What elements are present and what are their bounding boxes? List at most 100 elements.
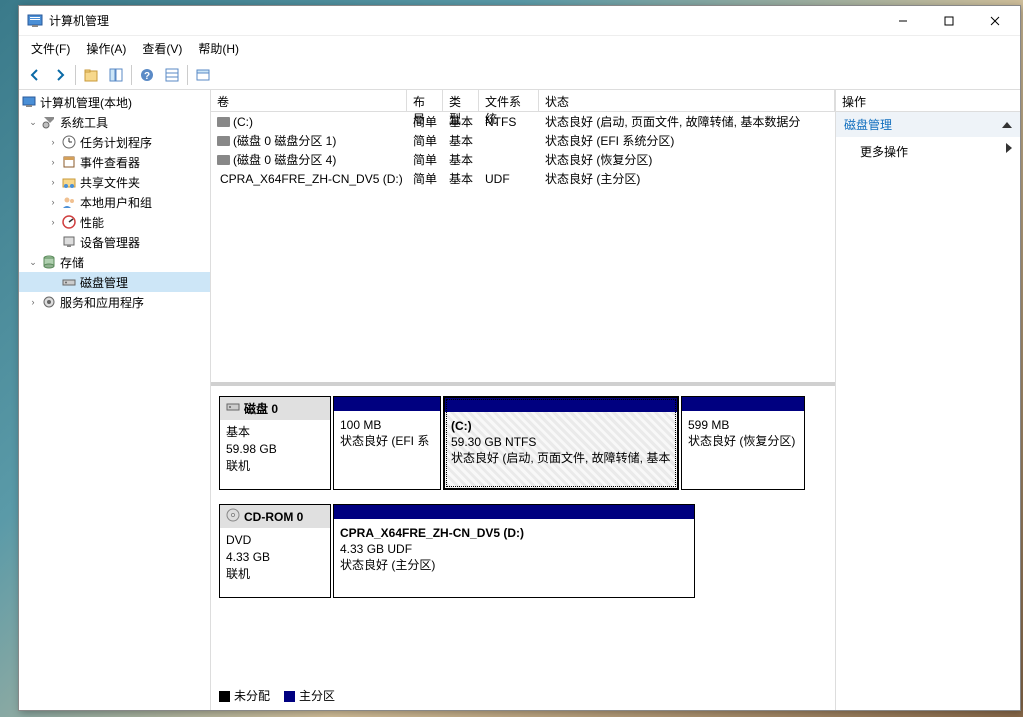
col-status[interactable]: 状态	[539, 90, 835, 111]
svg-text:?: ?	[144, 71, 150, 82]
partition-size: 4.33 GB UDF	[340, 541, 688, 557]
minimize-button[interactable]	[880, 6, 926, 36]
cell-status: 状态良好 (启动, 页面文件, 故障转储, 基本数据分	[539, 112, 835, 131]
partition-status: 状态良好 (主分区)	[340, 557, 688, 573]
cell-filesystem: NTFS	[479, 114, 539, 130]
col-volume[interactable]: 卷	[211, 90, 407, 111]
tree-label: 存储	[60, 254, 84, 271]
volume-row[interactable]: (磁盘 0 磁盘分区 1)简单基本状态良好 (EFI 系统分区)	[211, 131, 835, 150]
navigation-tree[interactable]: 计算机管理(本地) ⌄ 系统工具 › 任务计划程序 › 事件查看器 › 共享文件…	[19, 90, 211, 710]
menu-action[interactable]: 操作(A)	[80, 37, 132, 60]
disk-graphics: 磁盘 0基本59.98 GB联机100 MB状态良好 (EFI 系(C:)59.…	[211, 386, 835, 710]
primary-swatch-icon	[284, 691, 295, 702]
disk-header-label: CD-ROM 0	[244, 510, 303, 524]
disk-size: 4.33 GB	[226, 549, 324, 566]
partition[interactable]: (C:)59.30 GB NTFS状态良好 (启动, 页面文件, 故障转储, 基…	[443, 396, 679, 490]
partition-size: 100 MB	[340, 417, 434, 433]
partition[interactable]: CPRA_X64FRE_ZH-CN_DV5 (D:)4.33 GB UDF状态良…	[333, 504, 695, 598]
legend: 未分配 主分区	[219, 687, 335, 704]
actions-section-label: 磁盘管理	[844, 116, 892, 133]
disk-info[interactable]: CD-ROM 0DVD4.33 GB联机	[219, 504, 331, 598]
tree-shared-folders[interactable]: › 共享文件夹	[19, 172, 210, 192]
actions-more[interactable]: 更多操作	[836, 137, 1020, 166]
tree-label: 事件查看器	[80, 154, 140, 171]
disk-mgmt-icon	[61, 274, 77, 290]
cell-type: 基本	[443, 131, 479, 150]
app-icon	[27, 13, 43, 29]
tree-event-viewer[interactable]: › 事件查看器	[19, 152, 210, 172]
tree-label: 性能	[80, 214, 104, 231]
close-button[interactable]	[972, 6, 1018, 36]
maximize-button[interactable]	[926, 6, 972, 36]
tree-device-manager[interactable]: 设备管理器	[19, 232, 210, 252]
view-list-button[interactable]	[160, 63, 184, 87]
details-toggle-button[interactable]	[104, 63, 128, 87]
tree-label: 设备管理器	[80, 234, 140, 251]
back-button[interactable]	[23, 63, 47, 87]
partition-title: (C:)	[451, 418, 671, 434]
titlebar: 计算机管理	[19, 6, 1020, 36]
partition-title: CPRA_X64FRE_ZH-CN_DV5 (D:)	[340, 525, 688, 541]
legend-primary: 主分区	[284, 687, 335, 704]
cell-volume: (磁盘 0 磁盘分区 4)	[211, 150, 407, 169]
partition[interactable]: 100 MB状态良好 (EFI 系	[333, 396, 441, 490]
expand-icon[interactable]: ›	[45, 217, 61, 227]
cell-volume: CPRA_X64FRE_ZH-CN_DV5 (D:)	[211, 171, 407, 187]
tree-system-tools[interactable]: ⌄ 系统工具	[19, 112, 210, 132]
disk-status: 联机	[226, 566, 324, 583]
expand-icon[interactable]: ›	[45, 137, 61, 147]
volume-row[interactable]: (磁盘 0 磁盘分区 4)简单基本状态良好 (恢复分区)	[211, 150, 835, 169]
collapse-icon[interactable]: ⌄	[25, 257, 41, 268]
disk-info-header: CD-ROM 0	[220, 505, 330, 528]
event-icon	[61, 154, 77, 170]
help-button[interactable]: ?	[135, 63, 159, 87]
users-icon	[61, 194, 77, 210]
partition-status: 状态良好 (EFI 系	[340, 433, 434, 449]
wrench-icon	[41, 114, 57, 130]
expand-icon[interactable]: ›	[45, 177, 61, 187]
tree-disk-management[interactable]: 磁盘管理	[19, 272, 210, 292]
disk-info-body: 基本59.98 GB联机	[220, 420, 330, 478]
tree-local-users[interactable]: › 本地用户和组	[19, 192, 210, 212]
cell-status: 状态良好 (EFI 系统分区)	[539, 131, 835, 150]
tree-task-scheduler[interactable]: › 任务计划程序	[19, 132, 210, 152]
tree-performance[interactable]: › 性能	[19, 212, 210, 232]
menu-file[interactable]: 文件(F)	[25, 37, 76, 60]
volume-row[interactable]: CPRA_X64FRE_ZH-CN_DV5 (D:)简单基本UDF状态良好 (主…	[211, 169, 835, 188]
partition-status: 状态良好 (启动, 页面文件, 故障转储, 基本	[451, 450, 671, 466]
disk-size: 59.98 GB	[226, 441, 324, 458]
view-options-button[interactable]	[191, 63, 215, 87]
submenu-icon	[1006, 143, 1012, 153]
expand-icon[interactable]: ›	[45, 197, 61, 207]
partitions: 100 MB状态良好 (EFI 系(C:)59.30 GB NTFS状态良好 (…	[333, 396, 827, 490]
tree-root[interactable]: 计算机管理(本地)	[19, 92, 210, 112]
forward-button[interactable]	[48, 63, 72, 87]
content-area: 计算机管理(本地) ⌄ 系统工具 › 任务计划程序 › 事件查看器 › 共享文件…	[19, 90, 1020, 710]
up-button[interactable]	[79, 63, 103, 87]
actions-section[interactable]: 磁盘管理	[836, 112, 1020, 137]
cell-layout: 简单	[407, 112, 443, 131]
unallocated-swatch-icon	[219, 691, 230, 702]
tree-label: 服务和应用程序	[60, 294, 144, 311]
toolbar-separator	[75, 65, 76, 85]
disk-info[interactable]: 磁盘 0基本59.98 GB联机	[219, 396, 331, 490]
expand-icon[interactable]: ›	[45, 157, 61, 167]
partition-stripe	[682, 397, 804, 411]
volume-row[interactable]: (C:)简单基本NTFS状态良好 (启动, 页面文件, 故障转储, 基本数据分	[211, 112, 835, 131]
tree-storage[interactable]: ⌄ 存储	[19, 252, 210, 272]
disk-status: 联机	[226, 458, 324, 475]
col-type[interactable]: 类型	[443, 90, 479, 111]
collapse-icon[interactable]: ⌄	[25, 117, 41, 128]
expand-icon[interactable]: ›	[25, 297, 41, 307]
window-controls	[880, 6, 1018, 36]
partition[interactable]: 599 MB状态良好 (恢复分区)	[681, 396, 805, 490]
menu-help[interactable]: 帮助(H)	[192, 37, 245, 60]
menu-view[interactable]: 查看(V)	[136, 37, 188, 60]
col-layout[interactable]: 布局	[407, 90, 443, 111]
tree-services-apps[interactable]: › 服务和应用程序	[19, 292, 210, 312]
volume-list-body[interactable]: (C:)简单基本NTFS状态良好 (启动, 页面文件, 故障转储, 基本数据分 (…	[211, 112, 835, 382]
col-filesystem[interactable]: 文件系统	[479, 90, 539, 111]
partitions: CPRA_X64FRE_ZH-CN_DV5 (D:)4.33 GB UDF状态良…	[333, 504, 827, 598]
partition-stripe	[334, 505, 694, 519]
partition-status: 状态良好 (恢复分区)	[688, 433, 798, 449]
